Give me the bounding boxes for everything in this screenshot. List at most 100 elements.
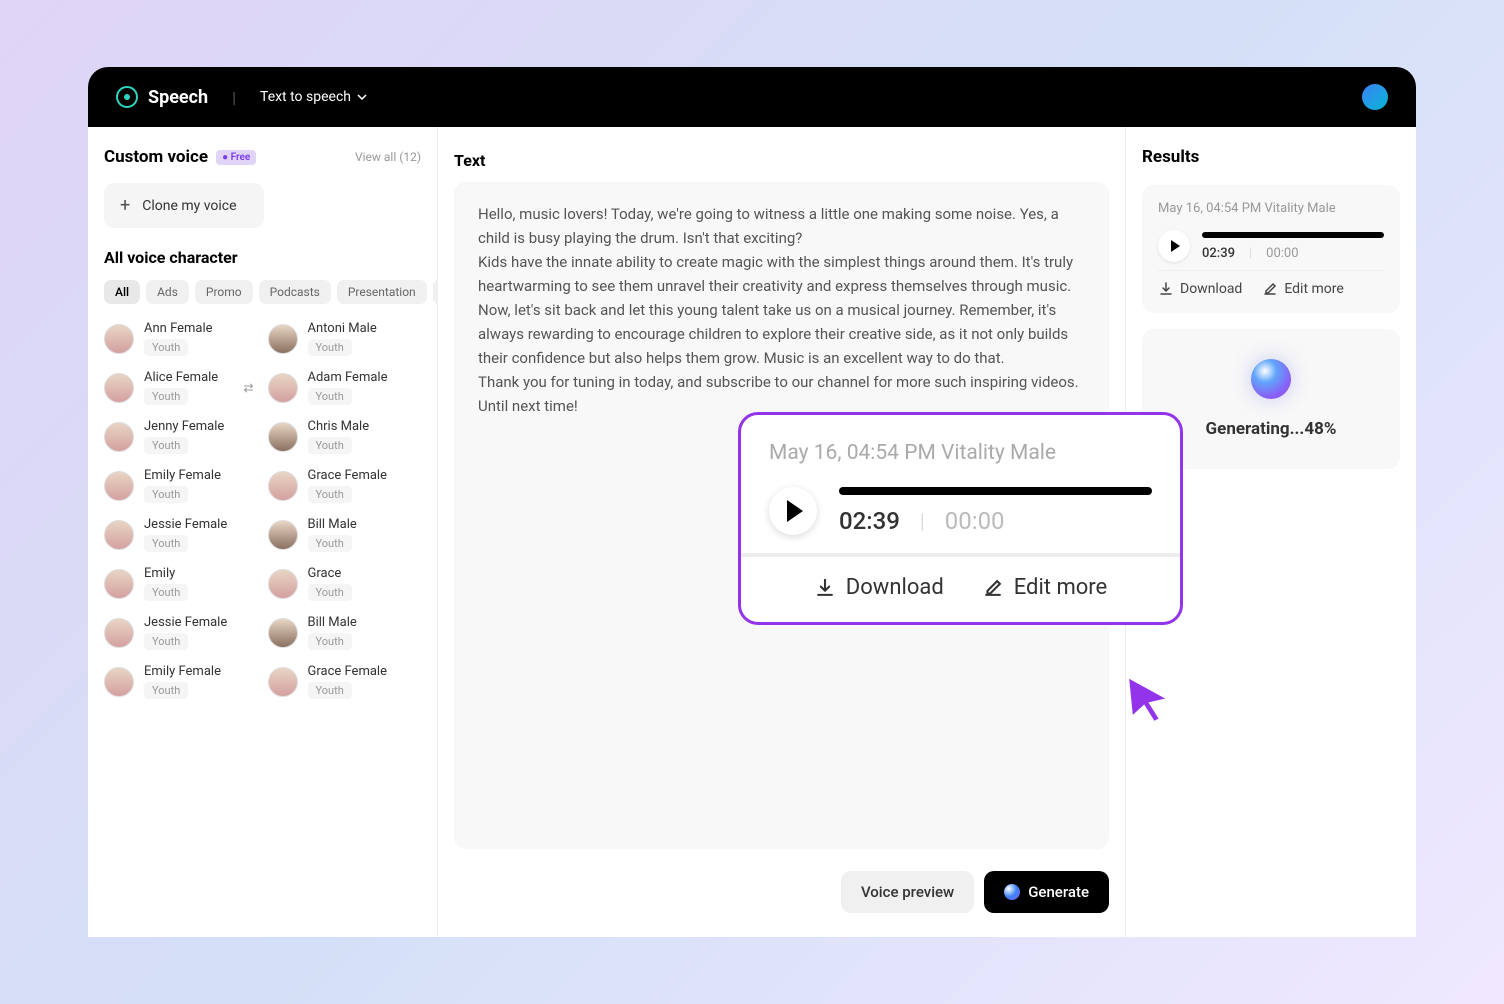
category-tabs: All Ads Promo Podcasts Presentation (104, 279, 421, 305)
voice-item[interactable]: Emily Female Youth (104, 664, 258, 699)
download-icon (814, 577, 836, 599)
download-button[interactable]: Download (1158, 281, 1242, 297)
result-actions: Download Edit more (1158, 270, 1384, 297)
popup-progress-bar[interactable] (839, 487, 1152, 495)
voice-item[interactable]: Antoni Male Youth (268, 321, 422, 356)
voice-avatar (104, 422, 134, 452)
tab-all[interactable]: All (104, 280, 140, 304)
voice-item[interactable]: Alice Female Youth ⇄ (104, 370, 258, 405)
result-player: 02:39 | 00:00 (1158, 230, 1384, 262)
voice-name: Jessie Female (144, 517, 227, 532)
sidebar: Custom voice ● Free View all (12) + Clon… (88, 127, 438, 937)
results-title: Results (1142, 147, 1400, 167)
voice-item[interactable]: Bill Male Youth (268, 615, 422, 650)
tab-podcasts[interactable]: Podcasts (259, 280, 331, 304)
play-button[interactable] (1158, 230, 1190, 262)
voice-name: Alice Female (144, 370, 218, 385)
voice-tag: Youth (144, 339, 188, 356)
voices-grid: Ann Female Youth Antoni Male Youth Alice… (104, 321, 421, 699)
voice-tag: Youth (308, 486, 352, 503)
voice-avatar (268, 618, 298, 648)
result-popup: May 16, 04:54 PM Vitality Male 02:39 | 0… (738, 412, 1183, 625)
app-window: Speech | Text to speech Custom voice ● F… (88, 67, 1416, 937)
tab-presentation[interactable]: Presentation (337, 280, 427, 304)
brand-text: Speech (148, 87, 208, 108)
voice-name: Grace Female (308, 468, 387, 483)
voice-name: Emily Female (144, 664, 221, 679)
play-icon (1171, 240, 1180, 252)
voice-tag: Youth (144, 584, 188, 601)
voice-avatar (104, 618, 134, 648)
voice-tag: Youth (308, 388, 352, 405)
adjust-icon[interactable]: ⇄ (243, 381, 253, 395)
generating-orb-icon (1251, 359, 1291, 399)
voice-tag: Youth (308, 682, 352, 699)
mode-dropdown[interactable]: Text to speech (260, 89, 367, 105)
voice-name: Bill Male (308, 615, 357, 630)
voice-item[interactable]: Jessie Female Youth (104, 517, 258, 552)
voice-tag: Youth (144, 486, 188, 503)
voice-tag: Youth (308, 633, 352, 650)
progress-bar[interactable] (1202, 232, 1384, 238)
voice-item[interactable]: Emily Youth (104, 566, 258, 601)
voice-tag: Youth (308, 437, 352, 454)
generate-button[interactable]: Generate (984, 871, 1109, 913)
popup-download-button[interactable]: Download (814, 575, 944, 600)
voice-preview-button[interactable]: Voice preview (841, 871, 974, 913)
voice-item[interactable]: Jessie Female Youth (104, 615, 258, 650)
edit-icon (1262, 281, 1278, 297)
tab-promo[interactable]: Promo (195, 280, 253, 304)
play-icon (787, 500, 803, 522)
clone-voice-button[interactable]: + Clone my voice (104, 183, 264, 228)
voice-tag: Youth (144, 633, 188, 650)
brand: Speech (116, 86, 208, 108)
voice-item[interactable]: Grace Female Youth (268, 664, 422, 699)
edit-more-button[interactable]: Edit more (1262, 281, 1343, 297)
voice-name: Ann Female (144, 321, 213, 336)
orb-icon (1004, 884, 1020, 900)
popup-play-button[interactable] (769, 487, 817, 535)
voice-item[interactable]: Chris Male Youth (268, 419, 422, 454)
generating-text: Generating...48% (1158, 419, 1384, 439)
voice-name: Antoni Male (308, 321, 377, 336)
voice-avatar (104, 324, 134, 354)
voice-item[interactable]: Ann Female Youth (104, 321, 258, 356)
characters-title: All voice character (104, 248, 421, 267)
voice-avatar (104, 373, 134, 403)
voice-avatar (268, 373, 298, 403)
voice-item[interactable]: Grace Youth (268, 566, 422, 601)
voice-name: Emily Female (144, 468, 221, 483)
voice-avatar (104, 667, 134, 697)
voice-tag: Youth (308, 584, 352, 601)
popup-actions: Download Edit more (769, 575, 1152, 600)
chevron-down-icon (357, 94, 367, 100)
brand-icon (116, 86, 138, 108)
voice-avatar (268, 324, 298, 354)
voice-avatar (268, 520, 298, 550)
voice-avatar (104, 569, 134, 599)
tab-ads[interactable]: Ads (146, 280, 189, 304)
text-title: Text (454, 151, 1109, 170)
voice-name: Adam Female (308, 370, 388, 385)
result-card: May 16, 04:54 PM Vitality Male 02:39 | 0… (1142, 185, 1400, 313)
user-avatar[interactable] (1362, 84, 1388, 110)
dropdown-label: Text to speech (260, 89, 351, 105)
voice-avatar (104, 471, 134, 501)
voice-item[interactable]: Adam Female Youth (268, 370, 422, 405)
popup-current-time: 02:39 (839, 507, 900, 535)
popup-edit-button[interactable]: Edit more (982, 575, 1107, 600)
voice-tag: Youth (144, 388, 188, 405)
voice-name: Bill Male (308, 517, 357, 532)
duration-time: 00:00 (1266, 246, 1298, 261)
voice-item[interactable]: Emily Female Youth (104, 468, 258, 503)
voice-item[interactable]: Grace Female Youth (268, 468, 422, 503)
view-all-link[interactable]: View all (12) (355, 150, 421, 164)
voice-avatar (104, 520, 134, 550)
voice-avatar (268, 569, 298, 599)
voice-item[interactable]: Jenny Female Youth (104, 419, 258, 454)
voice-item[interactable]: Bill Male Youth (268, 517, 422, 552)
clone-label: Clone my voice (142, 198, 236, 214)
voice-tag: Youth (308, 339, 352, 356)
sidebar-header: Custom voice ● Free View all (12) (104, 147, 421, 167)
voice-tag: Youth (144, 682, 188, 699)
